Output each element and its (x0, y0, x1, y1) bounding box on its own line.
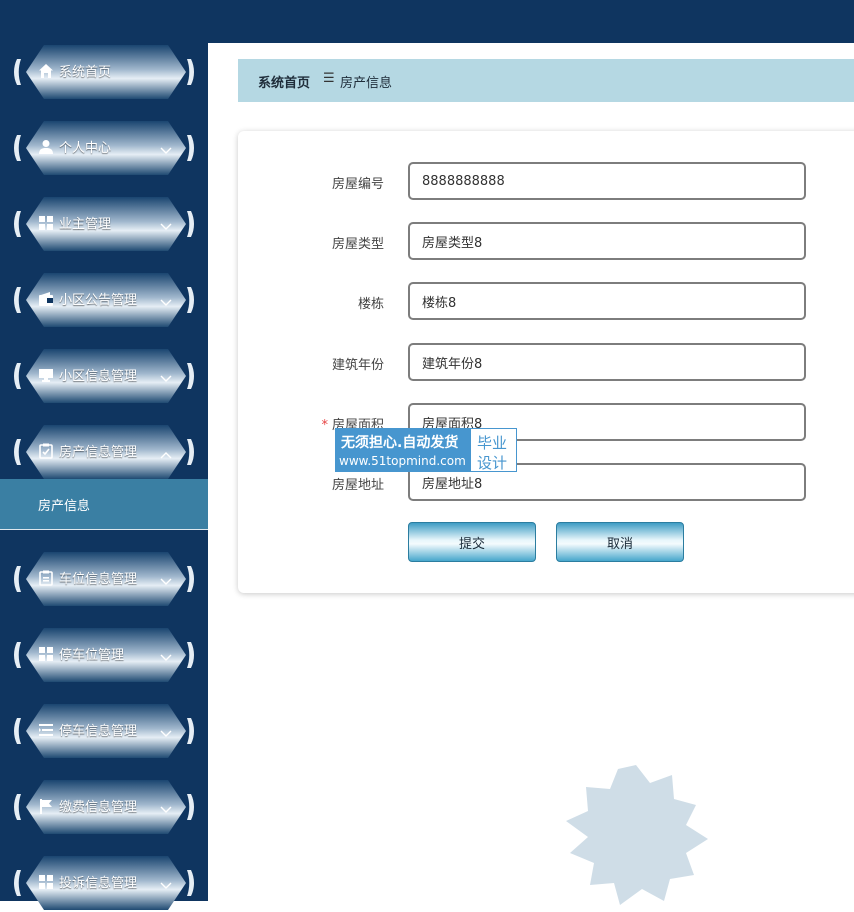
sidebar-item-label: 停车位管理 (59, 648, 125, 663)
clipboard-icon (38, 570, 54, 586)
form-card: 提交 取消 房屋编号房屋类型楼栋建筑年份 *房屋面积房屋地址 (238, 131, 854, 593)
field-input[interactable] (408, 343, 806, 381)
field-label: 房屋地址 (331, 478, 384, 493)
form-row: * 房屋面积 (238, 403, 838, 443)
field-label: 房屋类型 (331, 237, 384, 252)
sidebar-item[interactable]: 小区信息管理 (14, 347, 194, 405)
watermark: 无须担心.自动发货 www.51topmind.com 毕业 设计 (335, 428, 517, 472)
watermark-right1: 毕业 (477, 434, 508, 452)
breadcrumb: 系统首页 ☰ 房产信息 (238, 59, 854, 102)
submit-button[interactable]: 提交 (408, 522, 536, 562)
sidebar-item[interactable]: 车位信息管理 (14, 550, 194, 608)
form-row: 房屋编号 (238, 162, 838, 202)
chevron-down-icon (160, 724, 172, 737)
sidebar-item-label: 小区公告管理 (59, 293, 138, 308)
sidebar-item-label: 系统首页 (59, 65, 112, 80)
chevron-down-icon (160, 800, 172, 813)
sidebar-item-label: 缴费信息管理 (59, 800, 138, 815)
sidebar-item[interactable]: 停车位管理 (14, 626, 194, 684)
sidebar-item-label: 小区信息管理 (59, 369, 138, 384)
field-label: 楼栋 (357, 297, 384, 312)
sidebar-item-label: 业主管理 (59, 217, 112, 232)
breadcrumb-current: 房产信息 (340, 76, 393, 91)
grid-icon (38, 874, 54, 890)
chevron-down-icon (160, 141, 172, 154)
chevron-down-icon (160, 217, 172, 230)
sidebar-item[interactable]: 系统首页 (14, 43, 194, 101)
chevron-up-icon (160, 445, 172, 459)
clipboard-check-icon (38, 443, 54, 459)
sidebar-item[interactable]: 小区公告管理 (14, 271, 194, 329)
user-icon (38, 139, 54, 155)
grid-icon (38, 215, 54, 231)
sidebar-item[interactable]: 投诉信息管理 (14, 854, 194, 912)
form-row: 楼栋 (238, 282, 838, 322)
field-label: 房屋编号 (331, 177, 384, 192)
field-input[interactable] (408, 222, 806, 260)
wallet-icon (38, 291, 54, 307)
chevron-down-icon (160, 648, 172, 661)
submenu-item-property-info[interactable]: 房产信息 (0, 479, 208, 530)
list-icon (38, 722, 54, 738)
breadcrumb-separator-icon: ☰ (323, 71, 335, 86)
cancel-button[interactable]: 取消 (556, 522, 684, 562)
breadcrumb-home[interactable]: 系统首页 (258, 72, 310, 91)
submenu-item-label: 房产信息 (38, 499, 91, 514)
chevron-down-icon (160, 572, 172, 585)
watermark-right2: 设计 (477, 454, 508, 472)
field-input[interactable] (408, 282, 806, 320)
sidebar-item-label: 停车信息管理 (59, 724, 138, 739)
sidebar-item[interactable]: 房产信息管理 (14, 423, 194, 481)
sidebar-item-label: 车位信息管理 (59, 572, 138, 587)
sidebar-item-label: 投诉信息管理 (59, 876, 138, 891)
chevron-down-icon (160, 876, 172, 889)
sidebar-item[interactable]: 个人中心 (14, 119, 194, 177)
sidebar-item[interactable]: 缴费信息管理 (14, 778, 194, 836)
sidebar-item-label: 个人中心 (59, 141, 112, 156)
sidebar-item[interactable]: 业主管理 (14, 195, 194, 253)
required-marker: * (321, 418, 328, 433)
decorative-badge-icon (566, 765, 708, 905)
flag-icon (38, 798, 54, 814)
grid-icon (38, 646, 54, 662)
sidebar-item-label: 房产信息管理 (59, 445, 138, 460)
sidebar-item[interactable]: 停车信息管理 (14, 702, 194, 760)
chevron-down-icon (160, 369, 172, 382)
home-icon (38, 63, 54, 79)
form-row: 建筑年份 (238, 343, 838, 383)
chevron-down-icon (160, 293, 172, 306)
form-row: 房屋类型 (238, 222, 838, 262)
monitor-icon (38, 367, 54, 383)
watermark-line1: 无须担心.自动发货 (341, 435, 459, 451)
form-row: 房屋地址 (238, 463, 838, 503)
watermark-line2: www.51topmind.com (339, 454, 466, 468)
field-label: 建筑年份 (331, 358, 384, 373)
field-input[interactable] (408, 162, 806, 200)
